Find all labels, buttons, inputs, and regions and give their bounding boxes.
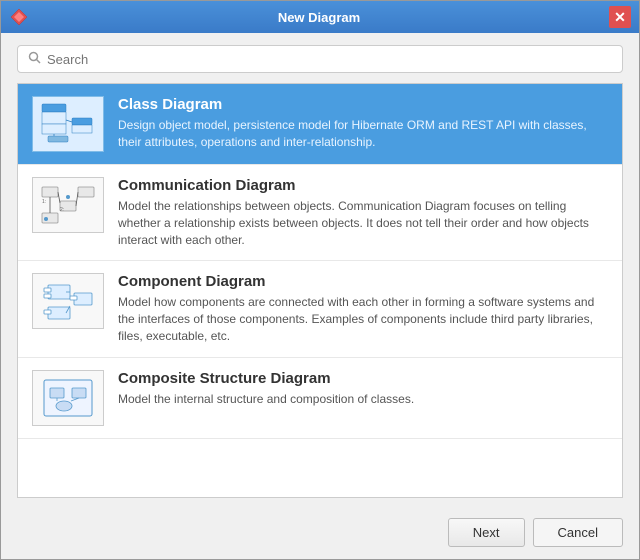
diagram-description: Design object model, persistence model f… xyxy=(118,117,608,151)
diagram-thumbnail xyxy=(32,96,104,152)
cancel-button[interactable]: Cancel xyxy=(533,518,623,547)
search-input[interactable] xyxy=(47,52,612,67)
dialog-content: Class Diagram Design object model, persi… xyxy=(1,33,639,510)
dialog-footer: Next Cancel xyxy=(1,510,639,559)
svg-text:1:: 1: xyxy=(42,199,46,205)
diagram-thumbnail: 1: 2: xyxy=(32,177,104,233)
diagram-name: Class Diagram xyxy=(118,96,608,113)
list-item[interactable]: Composite Structure Diagram Model the in… xyxy=(18,358,622,439)
diagram-name: Communication Diagram xyxy=(118,177,608,194)
diagram-description: Model the relationships between objects.… xyxy=(118,198,608,248)
diagram-thumbnail xyxy=(32,370,104,426)
diagram-name: Composite Structure Diagram xyxy=(118,370,608,387)
list-item[interactable]: 1: 2: Communication Diagram Model the re… xyxy=(18,165,622,261)
diagram-description: Model how components are connected with … xyxy=(118,294,608,344)
next-button[interactable]: Next xyxy=(448,518,525,547)
search-bar xyxy=(17,45,623,73)
diagram-list-container: Class Diagram Design object model, persi… xyxy=(17,83,623,498)
diagram-info: Class Diagram Design object model, persi… xyxy=(118,96,608,151)
diagram-info: Communication Diagram Model the relation… xyxy=(118,177,608,248)
close-button[interactable]: ✕ xyxy=(609,6,631,28)
list-item[interactable]: Class Diagram Design object model, persi… xyxy=(18,84,622,165)
diagram-description: Model the internal structure and composi… xyxy=(118,391,608,408)
diagram-list-scroll[interactable]: Class Diagram Design object model, persi… xyxy=(18,84,622,497)
svg-text:2:: 2: xyxy=(60,207,64,213)
list-item[interactable]: Component Diagram Model how components a… xyxy=(18,261,622,357)
diagram-info: Component Diagram Model how components a… xyxy=(118,273,608,344)
app-icon xyxy=(9,7,29,27)
titlebar: New Diagram ✕ xyxy=(1,1,639,33)
new-diagram-window: New Diagram ✕ xyxy=(0,0,640,560)
diagram-thumbnail xyxy=(32,273,104,329)
diagram-name: Component Diagram xyxy=(118,273,608,290)
window-title: New Diagram xyxy=(29,10,609,25)
search-icon xyxy=(28,51,41,67)
diagram-info: Composite Structure Diagram Model the in… xyxy=(118,370,608,408)
